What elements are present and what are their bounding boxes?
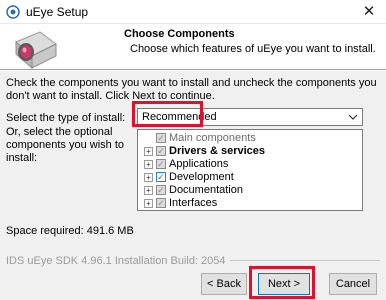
expand-icon[interactable]: + bbox=[144, 173, 153, 182]
tree-node-main-components[interactable]: ✓ Main components bbox=[138, 132, 358, 144]
tree-node-applications[interactable]: + ✓ Applications bbox=[138, 158, 358, 170]
page-title: Choose Components bbox=[124, 28, 235, 40]
window-title: uEye Setup bbox=[26, 5, 89, 19]
checkbox-interfaces[interactable]: ✓ bbox=[156, 198, 166, 208]
tree-node-label: Applications bbox=[169, 158, 229, 170]
ueye-icon bbox=[6, 5, 20, 19]
space-required-text: Space required: 491.6 MB bbox=[6, 225, 134, 237]
checkbox-applications[interactable]: ✓ bbox=[156, 159, 166, 169]
camera-logo bbox=[15, 31, 57, 70]
header-banner: Choose Components Choose which features … bbox=[0, 24, 386, 70]
components-tree[interactable]: ✓ Main components + ✓ Drivers & services… bbox=[137, 129, 363, 211]
build-info-text: IDS uEye SDK 4.96.1 Installation Build: … bbox=[6, 255, 230, 267]
tree-node-development[interactable]: + ✓ Development bbox=[138, 171, 358, 183]
checkbox-drivers-services[interactable]: ✓ bbox=[156, 146, 166, 156]
instructions-text: Check the components you want to install… bbox=[6, 77, 377, 102]
close-icon[interactable]: ✕ bbox=[352, 0, 386, 24]
install-type-highlight bbox=[132, 101, 203, 127]
install-type-label: Select the type of install: bbox=[6, 112, 126, 124]
tree-node-label: Development bbox=[169, 171, 234, 183]
tree-node-label: Documentation bbox=[169, 184, 243, 196]
tree-node-drivers-services[interactable]: + ✓ Drivers & services bbox=[138, 145, 358, 157]
tree-node-label: Interfaces bbox=[169, 197, 218, 209]
back-button[interactable]: < Back bbox=[201, 273, 247, 295]
page-subtitle: Choose which features of uEye you want t… bbox=[130, 43, 376, 55]
checkbox-main-components: ✓ bbox=[156, 133, 166, 143]
tree-node-label: Drivers & services bbox=[169, 145, 266, 157]
components-label: Or, select the optional components you w… bbox=[6, 126, 125, 164]
checkbox-development[interactable]: ✓ bbox=[156, 172, 166, 182]
title-bar: uEye Setup ✕ bbox=[0, 0, 386, 24]
cancel-button[interactable]: Cancel bbox=[329, 273, 377, 295]
tree-node-interfaces[interactable]: + ✓ Interfaces bbox=[138, 197, 358, 209]
tree-node-label: Main components bbox=[169, 132, 256, 144]
checkbox-documentation[interactable]: ✓ bbox=[156, 185, 166, 195]
expand-icon[interactable]: + bbox=[144, 160, 153, 169]
content-panel: Check the components you want to install… bbox=[0, 71, 386, 300]
expand-icon[interactable]: + bbox=[144, 199, 153, 208]
chevron-down-icon[interactable] bbox=[346, 110, 360, 124]
next-button-highlight bbox=[249, 266, 315, 299]
expand-icon[interactable]: + bbox=[144, 147, 153, 156]
expand-icon[interactable]: + bbox=[144, 186, 153, 195]
tree-node-documentation[interactable]: + ✓ Documentation bbox=[138, 184, 358, 196]
